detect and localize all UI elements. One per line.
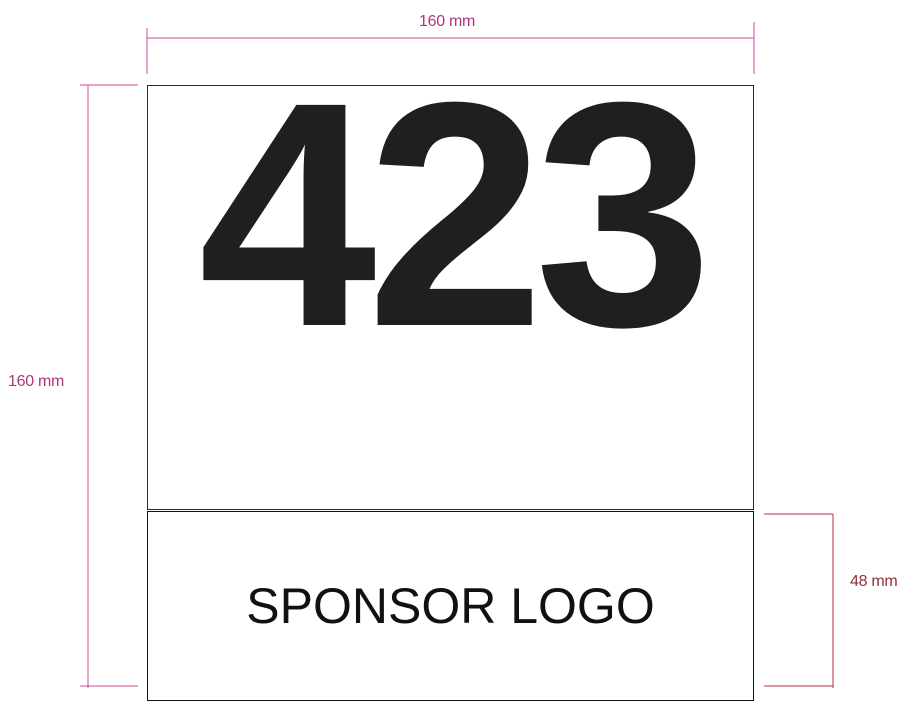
sponsor-height-dimension-label: 48 mm [850, 573, 898, 590]
height-dimension-label: 160 mm [8, 373, 64, 390]
sponsor-logo-area: SPONSOR LOGO [147, 511, 754, 701]
width-dimension-label: 160 mm [419, 13, 475, 30]
sponsor-logo-label: SPONSOR LOGO [246, 578, 655, 634]
bib-number: 423 [198, 35, 713, 393]
bib-number-panel: 423 [147, 54, 754, 510]
